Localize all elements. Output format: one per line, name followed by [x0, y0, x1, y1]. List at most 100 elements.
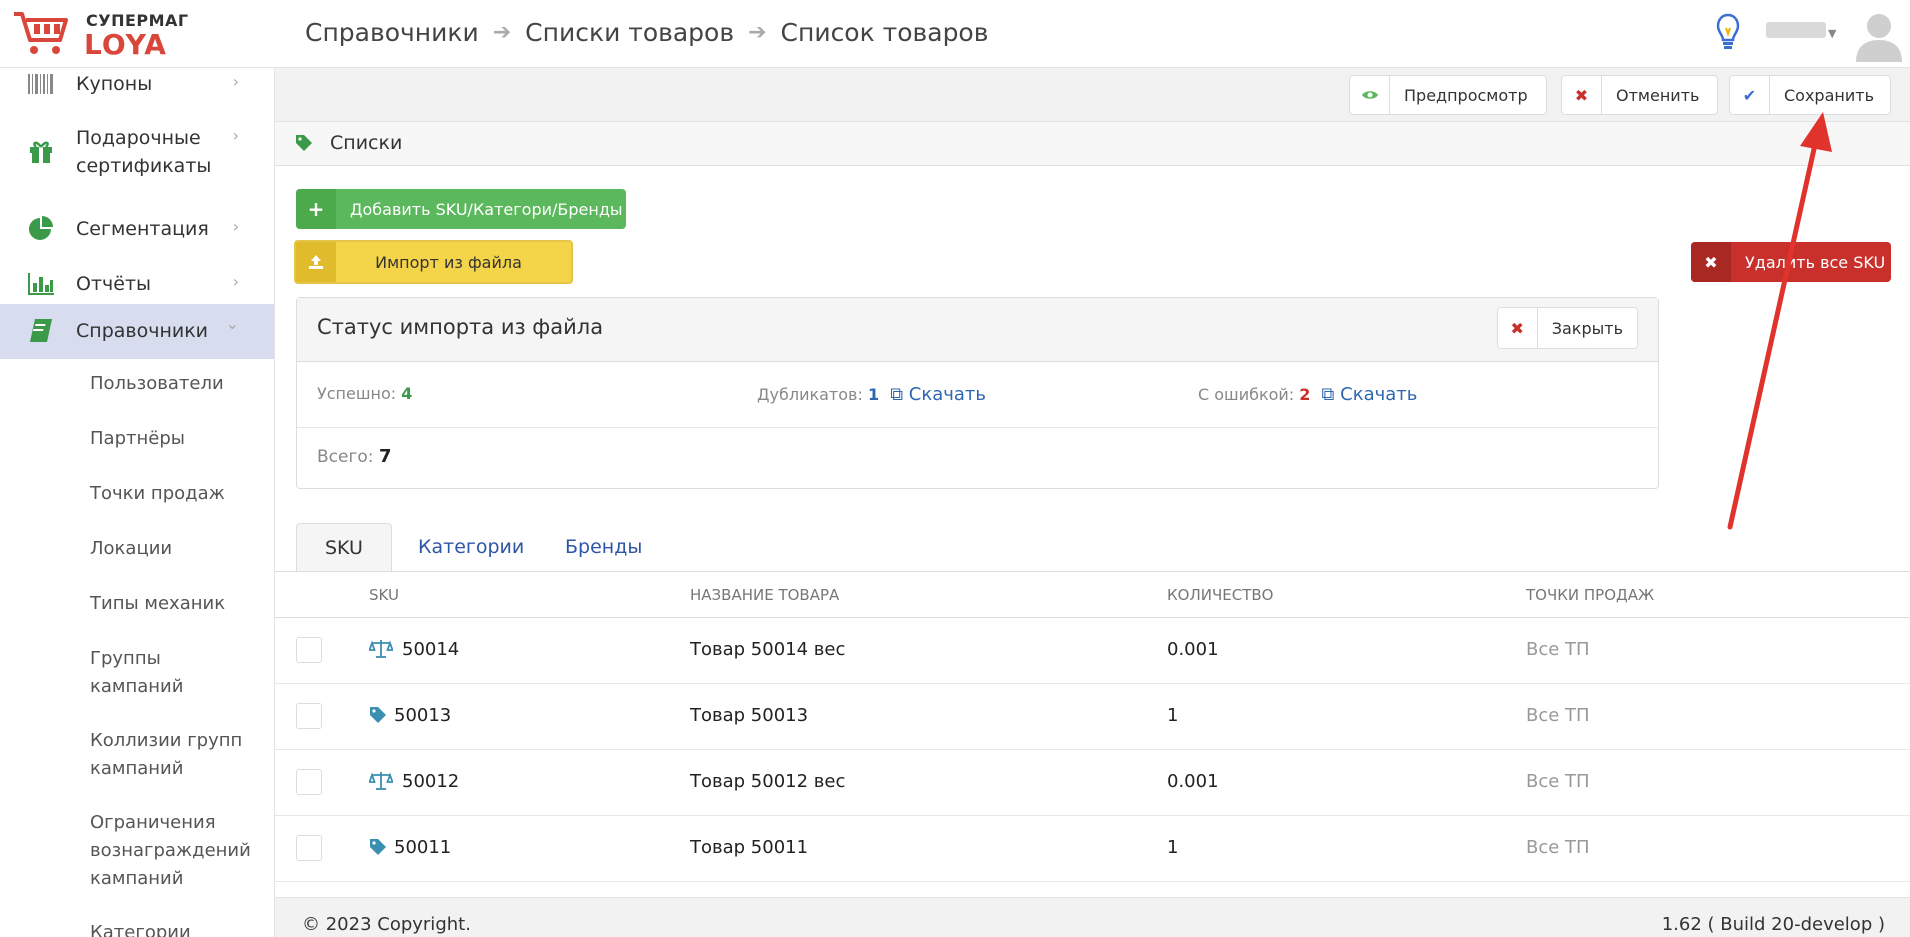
delete-all-sku-button-label: Удалить все SKU [1745, 252, 1886, 272]
breadcrumb-item-product-lists[interactable]: Списки товаров [525, 18, 734, 47]
cell-name: Товар 50014 вес [690, 639, 846, 660]
tab-categories[interactable]: Категории [390, 523, 552, 571]
book-icon [26, 316, 56, 346]
table-row[interactable]: 50012 Товар 50012 вес 0.001 Все ТП [275, 750, 1910, 816]
action-toolbar: Предпросмотр ✖ Отменить ✔ Сохранить [275, 68, 1910, 122]
page-footer: © 2023 Copyright. 1.62 ( Build 20-develo… [275, 897, 1910, 937]
sidebar-subitem-campaign-group-collisions[interactable]: Коллизии групп кампаний [90, 727, 242, 783]
stat-total-value: 7 [378, 446, 392, 467]
check-icon: ✔ [1730, 76, 1770, 114]
sidebar-subitem-locations[interactable]: Локации [90, 535, 172, 563]
add-sku-button[interactable]: + Добавить SKU/Категори/Бренды [296, 189, 626, 229]
eye-icon [1350, 76, 1390, 114]
stat-duplicates: Дубликатов: 1 ⧉ Скачать [757, 384, 986, 405]
scale-icon [369, 772, 393, 790]
close-icon: ✖ [1562, 76, 1602, 114]
sidebar-item-gift-certificates[interactable]: Подарочные сертификаты › [0, 122, 274, 182]
stat-success: Успешно: 4 [317, 384, 412, 403]
stat-duplicates-label: Дубликатов: [757, 385, 863, 404]
sidebar-item-coupons[interactable]: Купоны › [0, 68, 274, 100]
table-row[interactable]: 50013 Товар 50013 1 Все ТП [275, 684, 1910, 750]
sidebar-subitem-users[interactable]: Пользователи [90, 370, 224, 398]
top-header: СУПЕРМАГ LOYA Справочники ➔ Списки товар… [0, 0, 1910, 68]
footer-copyright: © 2023 Copyright. [302, 914, 471, 935]
sidebar-item-segmentation[interactable]: Сегментация › [0, 204, 274, 254]
stat-duplicates-value: 1 [867, 385, 880, 404]
sidebar-item-references[interactable]: Справочники ⌄ [0, 304, 274, 359]
save-button[interactable]: ✔ Сохранить [1729, 75, 1891, 115]
section-header: Списки [275, 122, 1910, 166]
sidebar-item-label: Справочники [76, 320, 209, 342]
external-link-icon: ⧉ [1321, 384, 1335, 405]
import-status-title: Статус импорта из файла [317, 315, 604, 339]
sidebar-subitem-categories[interactable]: Категории [90, 919, 191, 937]
section-title: Списки [330, 132, 403, 154]
caret-down-icon[interactable]: ▼ [1828, 27, 1836, 40]
table-row[interactable]: 50014 Товар 50014 вес 0.001 Все ТП [275, 618, 1910, 684]
avatar[interactable] [1852, 8, 1906, 62]
breadcrumb: Справочники ➔ Списки товаров ➔ Список то… [305, 18, 988, 47]
close-button-label: Закрыть [1551, 318, 1623, 338]
import-total-row: Всего: 7 [297, 428, 1658, 494]
column-header-quantity[interactable]: КОЛИЧЕСТВО [1167, 586, 1273, 604]
row-checkbox[interactable] [296, 703, 322, 729]
tab-brands[interactable]: Бренды [537, 523, 670, 571]
download-errors-link[interactable]: ⧉ Скачать [1322, 384, 1418, 405]
tag-icon [370, 839, 386, 855]
cell-sku: 50013 [394, 705, 452, 726]
sidebar-item-reports[interactable]: Отчёты › [0, 259, 274, 309]
bar-chart-icon [26, 269, 56, 299]
tab-sku[interactable]: SKU [296, 523, 392, 571]
stat-success-value: 4 [401, 384, 413, 403]
sidebar-item-label: Купоны [76, 73, 153, 95]
column-header-points-of-sale[interactable]: ТОЧКИ ПРОДАЖ [1526, 586, 1654, 604]
row-checkbox[interactable] [296, 769, 322, 795]
cell-points-of-sale: Все ТП [1526, 705, 1590, 726]
save-button-label: Сохранить [1784, 85, 1874, 105]
cell-quantity: 0.001 [1167, 639, 1219, 660]
chevron-right-icon: › [232, 217, 239, 236]
sidebar-subitem-campaign-groups[interactable]: Группы кампаний [90, 645, 183, 701]
cell-points-of-sale: Все ТП [1526, 771, 1590, 792]
chevron-right-icon: › [232, 72, 239, 91]
row-checkbox[interactable] [296, 637, 322, 663]
sidebar-subitem-points-of-sale[interactable]: Точки продаж [90, 480, 225, 508]
preview-button-label: Предпросмотр [1404, 85, 1528, 105]
user-name-blurred[interactable] [1766, 22, 1826, 38]
import-status-header: Статус импорта из файла ✖ Закрыть [297, 298, 1658, 362]
breadcrumb-item-product-list: Список товаров [780, 18, 989, 47]
upload-icon [296, 242, 336, 282]
pie-chart-icon [26, 214, 56, 244]
cell-quantity: 1 [1167, 705, 1179, 726]
import-stats-row: Успешно: 4 Дубликатов: 1 ⧉ Скачать С оши… [297, 362, 1658, 428]
column-header-sku[interactable]: SKU [369, 586, 399, 604]
preview-button[interactable]: Предпросмотр [1349, 75, 1547, 115]
column-header-name[interactable]: НАЗВАНИЕ ТОВАРА [690, 586, 839, 604]
delete-all-sku-button[interactable]: ✖ Удалить все SKU [1691, 242, 1891, 282]
breadcrumb-item-references[interactable]: Справочники [305, 18, 479, 47]
add-sku-button-label: Добавить SKU/Категори/Бренды [350, 199, 623, 219]
lightbulb-icon[interactable] [1715, 12, 1741, 52]
chevron-right-icon: › [232, 126, 239, 145]
sidebar-subitem-campaign-reward-limits[interactable]: Ограничения вознаграждений кампаний [90, 809, 251, 893]
cancel-button[interactable]: ✖ Отменить [1561, 75, 1718, 115]
close-button[interactable]: ✖ Закрыть [1496, 307, 1638, 349]
sidebar-subitem-mechanic-types[interactable]: Типы механик [90, 590, 225, 618]
stat-success-label: Успешно: [317, 384, 397, 403]
tag-icon [370, 707, 386, 723]
sidebar-subitem-partners[interactable]: Партнёры [90, 425, 185, 453]
external-link-icon: ⧉ [890, 384, 904, 405]
stat-errors-value: 2 [1299, 385, 1311, 404]
download-duplicates-link[interactable]: ⧉ Скачать [890, 384, 986, 405]
scale-icon [369, 640, 393, 658]
row-checkbox[interactable] [296, 835, 322, 861]
app-logo[interactable]: СУПЕРМАГ LOYA [12, 8, 272, 62]
table-row[interactable]: 50011 Товар 50011 1 Все ТП [275, 816, 1910, 882]
cell-sku: 50011 [394, 837, 452, 858]
barcode-icon [26, 69, 56, 99]
breadcrumb-arrow-icon: ➔ [748, 20, 767, 45]
sidebar-item-label: Отчёты [76, 273, 152, 295]
footer-build-version: 1.62 ( Build 20-develop ) [1661, 914, 1885, 935]
stat-errors: С ошибкой: 2 ⧉ Скачать [1198, 384, 1417, 405]
import-file-button[interactable]: Импорт из файла [294, 240, 573, 284]
